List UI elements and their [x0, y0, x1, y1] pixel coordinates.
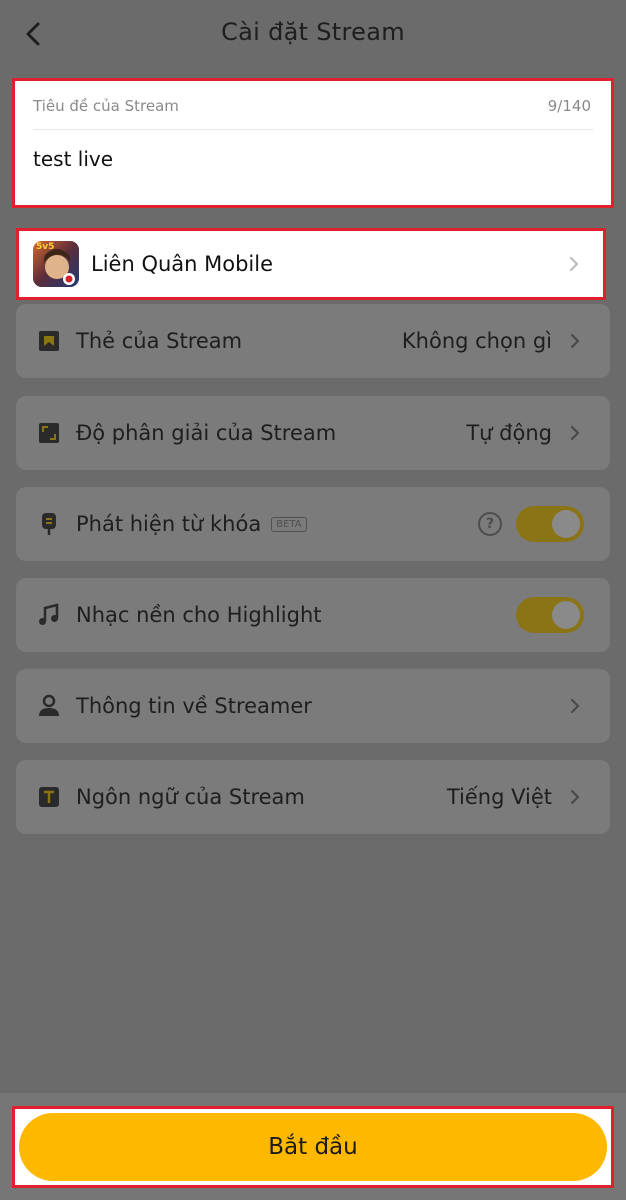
toggle-knob: [552, 601, 580, 629]
stream-tag-label: Thẻ của Stream: [76, 329, 243, 353]
tag-icon: [39, 331, 59, 351]
keyword-detection-toggle[interactable]: [516, 506, 584, 542]
game-thumb-badge: 5v5: [36, 242, 55, 252]
chevron-right-icon: [570, 425, 580, 441]
divider: [33, 129, 593, 130]
game-thumbnail: 5v5: [33, 241, 79, 287]
keyword-detection-label: Phát hiện từ khóa BETA: [76, 487, 307, 561]
start-button[interactable]: Bắt đầu: [19, 1113, 607, 1181]
resolution-icon: [39, 423, 59, 443]
stream-language-row[interactable]: Ngôn ngữ của Stream Tiếng Việt: [16, 760, 610, 834]
streamer-info-row[interactable]: Thông tin về Streamer: [16, 669, 610, 743]
stream-language-value: Tiếng Việt: [446, 785, 552, 809]
game-name: Liên Quân Mobile: [91, 252, 274, 276]
highlight-music-label: Nhạc nền cho Highlight: [76, 603, 322, 627]
stream-resolution-value: Tự động: [466, 421, 552, 445]
stream-title-card: Tiêu đề của Stream 9/140: [12, 78, 614, 208]
chevron-right-icon: [570, 698, 580, 714]
keyword-detection-text: Phát hiện từ khóa: [76, 512, 262, 536]
stream-title-counter: 9/140: [547, 97, 591, 115]
top-bar: Cài đặt Stream: [0, 0, 626, 70]
stream-resolution-label: Độ phân giải của Stream: [76, 421, 337, 445]
toggle-knob: [552, 510, 580, 538]
user-icon: [39, 694, 59, 716]
chevron-right-icon: [569, 256, 579, 272]
start-button-highlight: Bắt đầu: [12, 1106, 614, 1188]
text-t-icon: [39, 787, 59, 807]
help-icon[interactable]: ?: [478, 512, 502, 536]
streamer-info-label: Thông tin về Streamer: [76, 694, 312, 718]
stream-tag-row[interactable]: Thẻ của Stream Không chọn gì: [16, 304, 610, 378]
stream-title-input[interactable]: [33, 147, 553, 171]
game-select-row[interactable]: 5v5 Liên Quân Mobile: [16, 228, 606, 300]
stream-resolution-row[interactable]: Độ phân giải của Stream Tự động: [16, 396, 610, 470]
chevron-right-icon: [570, 333, 580, 349]
microphone-icon: [42, 513, 56, 535]
stream-title-label: Tiêu đề của Stream: [33, 97, 179, 115]
stream-language-label: Ngôn ngữ của Stream: [76, 785, 305, 809]
chevron-right-icon: [570, 789, 580, 805]
music-note-icon: [39, 603, 59, 625]
beta-badge: BETA: [271, 516, 307, 532]
highlight-music-toggle[interactable]: [516, 597, 584, 633]
stream-tag-value: Không chọn gì: [401, 329, 552, 353]
keyword-detection-row: Phát hiện từ khóa BETA ?: [16, 487, 610, 561]
highlight-music-row: Nhạc nền cho Highlight: [16, 578, 610, 652]
page-title: Cài đặt Stream: [221, 18, 405, 46]
